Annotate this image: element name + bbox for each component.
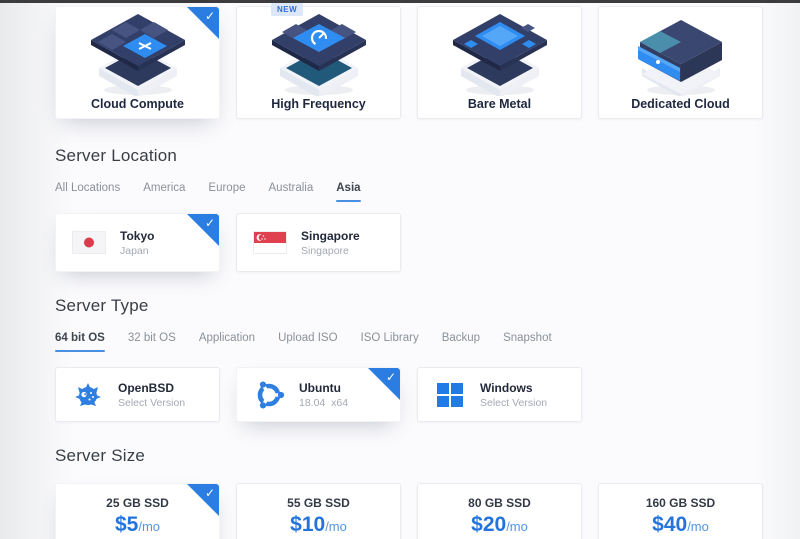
tab-australia[interactable]: Australia — [269, 182, 314, 202]
check-icon: ✓ — [205, 216, 215, 230]
tab-asia[interactable]: Asia — [336, 182, 360, 202]
tab-application[interactable]: Application — [199, 332, 255, 352]
os-name: OpenBSD — [118, 380, 185, 397]
check-icon: ✓ — [205, 9, 215, 23]
tab-64-bit-os[interactable]: 64 bit OS — [55, 332, 105, 352]
tab-32-bit-os[interactable]: 32 bit OS — [128, 332, 176, 352]
os-name: Windows — [480, 380, 547, 397]
product-label: Bare Metal — [418, 97, 581, 111]
os-card-windows[interactable]: Windows Select Version — [417, 367, 582, 422]
location-country: Singapore — [301, 245, 360, 257]
os-card-ubuntu[interactable]: Ubuntu 18.04 x64 ✓ — [236, 367, 401, 422]
size-card-25gb[interactable]: 25 GB SSD $5/mo ✓ — [55, 483, 220, 539]
server-type-tabs: 64 bit OS 32 bit OS Application Upload I… — [55, 332, 552, 352]
check-icon: ✓ — [205, 486, 215, 500]
server-type-heading: Server Type — [55, 296, 149, 316]
size-card-160gb[interactable]: 160 GB SSD $40/mo — [598, 483, 763, 539]
size-price: $20/mo — [418, 513, 581, 537]
selected-corner: ✓ — [368, 368, 400, 400]
product-card-bare-metal[interactable]: Bare Metal — [417, 6, 582, 119]
os-version: Select Version — [118, 397, 185, 409]
location-tabs: All Locations America Europe Australia A… — [55, 182, 361, 202]
tab-all-locations[interactable]: All Locations — [55, 182, 120, 202]
os-name: Ubuntu — [299, 380, 348, 397]
tab-iso-library[interactable]: ISO Library — [361, 332, 419, 352]
price-period: /mo — [687, 519, 709, 534]
os-text: Windows Select Version — [480, 380, 547, 409]
server-location-heading: Server Location — [55, 146, 177, 166]
ubuntu-icon — [253, 379, 285, 411]
location-text: Singapore Singapore — [301, 228, 360, 257]
product-card-high-frequency[interactable]: NEW High Frequency — [236, 6, 401, 119]
location-name: Tokyo — [120, 228, 154, 245]
bare-metal-illustration — [435, 10, 565, 96]
location-text: Tokyo Japan — [120, 228, 154, 257]
server-size-heading: Server Size — [55, 446, 145, 466]
location-card-tokyo[interactable]: Tokyo Japan ✓ — [55, 213, 220, 272]
selected-corner: ✓ — [187, 214, 219, 246]
size-price: $10/mo — [237, 513, 400, 537]
os-text: Ubuntu 18.04 x64 — [299, 380, 348, 409]
size-price: $40/mo — [599, 513, 762, 537]
cloud-compute-illustration — [73, 10, 203, 96]
singapore-flag-icon — [253, 231, 287, 254]
product-label: High Frequency — [237, 97, 400, 111]
price-amount: $20 — [471, 513, 506, 536]
os-version: 18.04 x64 — [299, 397, 348, 409]
location-card-singapore[interactable]: Singapore Singapore — [236, 213, 401, 272]
size-storage: 25 GB SSD — [56, 496, 219, 510]
size-card-55gb[interactable]: 55 GB SSD $10/mo — [236, 483, 401, 539]
top-window-strip — [0, 0, 800, 3]
location-name: Singapore — [301, 228, 360, 245]
price-amount: $10 — [290, 513, 325, 536]
os-row: OpenBSD Select Version Ubuntu 18.04 x64 — [55, 367, 763, 422]
deploy-server-page: Cloud Compute ✓ NEW High Frequency — [0, 0, 800, 539]
openbsd-icon — [72, 379, 104, 411]
os-text: OpenBSD Select Version — [118, 380, 185, 409]
size-card-80gb[interactable]: 80 GB SSD $20/mo — [417, 483, 582, 539]
location-country: Japan — [120, 245, 154, 257]
os-card-openbsd[interactable]: OpenBSD Select Version — [55, 367, 220, 422]
high-frequency-illustration — [254, 10, 384, 96]
product-label: Cloud Compute — [56, 97, 219, 111]
price-period: /mo — [506, 519, 528, 534]
product-type-row: Cloud Compute ✓ NEW High Frequency — [55, 6, 763, 119]
product-card-cloud-compute[interactable]: Cloud Compute ✓ — [55, 6, 220, 119]
product-card-dedicated-cloud[interactable]: Dedicated Cloud — [598, 6, 763, 119]
tab-europe[interactable]: Europe — [208, 182, 245, 202]
size-row: 25 GB SSD $5/mo ✓ 55 GB SSD $10/mo 80 GB… — [55, 483, 763, 539]
size-storage: 160 GB SSD — [599, 496, 762, 510]
tab-america[interactable]: America — [143, 182, 185, 202]
location-row: Tokyo Japan ✓ Singapore Singapore — [55, 213, 763, 272]
price-amount: $40 — [652, 513, 687, 536]
check-icon: ✓ — [386, 370, 396, 384]
tab-snapshot[interactable]: Snapshot — [503, 332, 552, 352]
windows-icon — [434, 379, 466, 411]
price-amount: $5 — [115, 513, 138, 536]
os-version: Select Version — [480, 397, 547, 409]
size-storage: 80 GB SSD — [418, 496, 581, 510]
product-label: Dedicated Cloud — [599, 97, 762, 111]
price-period: /mo — [138, 519, 160, 534]
new-badge: NEW — [271, 3, 303, 16]
tab-upload-iso[interactable]: Upload ISO — [278, 332, 337, 352]
price-period: /mo — [325, 519, 347, 534]
size-storage: 55 GB SSD — [237, 496, 400, 510]
dedicated-cloud-illustration — [616, 10, 746, 96]
size-price: $5/mo — [56, 513, 219, 537]
japan-flag-icon — [72, 231, 106, 254]
tab-backup[interactable]: Backup — [442, 332, 480, 352]
